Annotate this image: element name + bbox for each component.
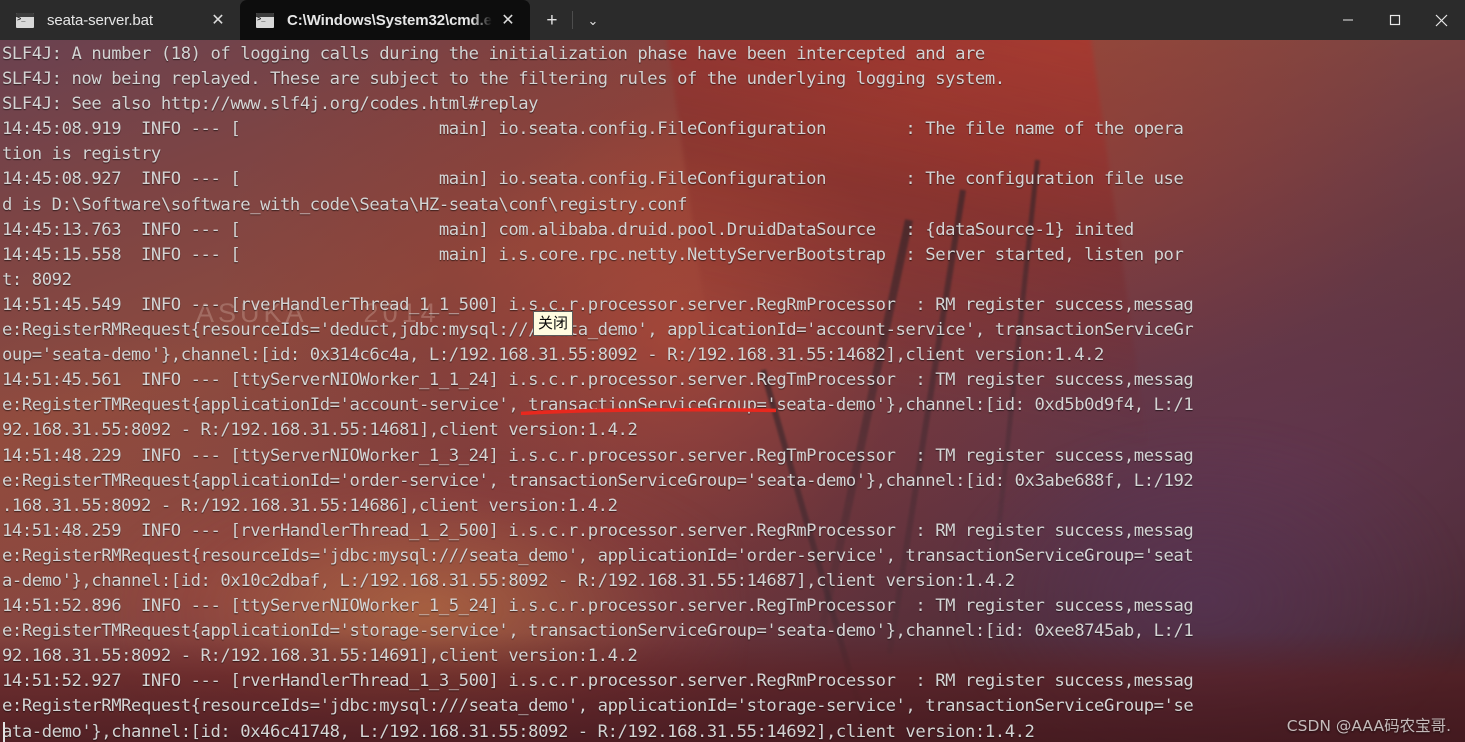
tab-strip: seata-server.bat ✕ C:\Windows\System32\c… bbox=[0, 0, 611, 40]
terminal-line: 14:51:52.896 INFO --- [ttyServerNIOWorke… bbox=[2, 596, 1194, 617]
toolbar-divider bbox=[571, 11, 573, 29]
chevron-down-icon[interactable]: ⌄ bbox=[575, 3, 611, 37]
terminal-line: 14:45:08.919 INFO --- [ main] io.seata.c… bbox=[2, 119, 1184, 140]
tab-close-icon[interactable]: ✕ bbox=[492, 5, 524, 35]
close-icon[interactable] bbox=[1418, 0, 1465, 40]
terminal-line: a-demo'},channel:[id: 0x10c2dbaf, L:/192… bbox=[2, 570, 1015, 591]
terminal-line: t: 8092 bbox=[2, 269, 72, 290]
terminal-line: e:RegisterRMRequest{resourceIds='jdbc:my… bbox=[2, 696, 1194, 717]
terminal-cursor bbox=[3, 722, 5, 742]
terminal-line: d is D:\Software\software_with_code\Seat… bbox=[2, 194, 688, 215]
terminal-line: SLF4J: See also http://www.slf4j.org/cod… bbox=[2, 94, 539, 115]
close-tooltip: 关闭 bbox=[533, 311, 574, 336]
tab-close-icon[interactable]: ✕ bbox=[202, 5, 234, 35]
terminal-line: 14:51:52.927 INFO --- [rverHandlerThread… bbox=[2, 671, 1194, 692]
terminal-line: 14:51:45.561 INFO --- [ttyServerNIOWorke… bbox=[2, 370, 1194, 391]
terminal-line: e:RegisterRMRequest{resourceIds='jdbc:my… bbox=[2, 545, 1194, 566]
tab-strip-actions: + ⌄ bbox=[530, 0, 611, 40]
terminal-line: 14:51:48.229 INFO --- [ttyServerNIOWorke… bbox=[2, 445, 1194, 466]
terminal-line: 14:51:45.549 INFO --- [rverHandlerThread… bbox=[2, 294, 1194, 315]
terminal-line: SLF4J: now being replayed. These are sub… bbox=[2, 69, 1005, 90]
new-tab-icon[interactable]: + bbox=[534, 3, 570, 37]
terminal-line: .168.31.55:8092 - R:/192.168.31.55:14686… bbox=[2, 495, 618, 516]
terminal-line: 92.168.31.55:8092 - R:/192.168.31.55:146… bbox=[2, 646, 638, 667]
terminal-line: SLF4J: A number (18) of logging calls du… bbox=[2, 44, 985, 64]
terminal-line: tion is registry bbox=[2, 144, 161, 165]
terminal-window: seata-server.bat ✕ C:\Windows\System32\c… bbox=[0, 0, 1465, 742]
terminal-output: SLF4J: A number (18) of logging calls du… bbox=[0, 40, 1465, 742]
console-icon bbox=[256, 12, 274, 28]
minimize-icon[interactable] bbox=[1324, 0, 1371, 40]
window-drag-region bbox=[611, 0, 1324, 40]
tab-cmd-exe[interactable]: C:\Windows\System32\cmd.e ✕ bbox=[240, 0, 530, 40]
terminal-line: 14:51:48.259 INFO --- [rverHandlerThread… bbox=[2, 520, 1194, 541]
terminal-line: ata-demo'},channel:[id: 0x46c41748, L:/1… bbox=[2, 721, 1035, 742]
terminal-line: 14:45:15.558 INFO --- [ main] i.s.core.r… bbox=[2, 244, 1184, 265]
console-icon bbox=[16, 12, 34, 28]
tab-label: seata-server.bat bbox=[47, 11, 153, 29]
maximize-icon[interactable] bbox=[1371, 0, 1418, 40]
terminal-line: e:RegisterTMRequest{applicationId='accou… bbox=[2, 395, 1194, 416]
terminal-line: e:RegisterTMRequest{applicationId='order… bbox=[2, 470, 1194, 491]
terminal-line: 92.168.31.55:8092 - R:/192.168.31.55:146… bbox=[2, 420, 638, 441]
terminal-line: oup='seata-demo'},channel:[id: 0x314c6c4… bbox=[2, 345, 1104, 366]
window-controls bbox=[1324, 0, 1465, 40]
title-bar: seata-server.bat ✕ C:\Windows\System32\c… bbox=[0, 0, 1465, 40]
tab-label: C:\Windows\System32\cmd.e bbox=[287, 11, 492, 29]
terminal-pane[interactable]: ASUKA 2014 SLF4J: A number (18) of loggi… bbox=[0, 40, 1465, 742]
terminal-line: e:RegisterRMRequest{resourceIds='deduct,… bbox=[2, 320, 1194, 341]
terminal-line: e:RegisterTMRequest{applicationId='stora… bbox=[2, 621, 1194, 642]
csdn-watermark: CSDN @AAA码农宝哥. bbox=[1286, 717, 1451, 735]
terminal-line: 14:45:08.927 INFO --- [ main] io.seata.c… bbox=[2, 169, 1184, 190]
terminal-line: 14:45:13.763 INFO --- [ main] com.alibab… bbox=[2, 219, 1134, 240]
tab-seata-server-bat[interactable]: seata-server.bat ✕ bbox=[0, 0, 240, 40]
